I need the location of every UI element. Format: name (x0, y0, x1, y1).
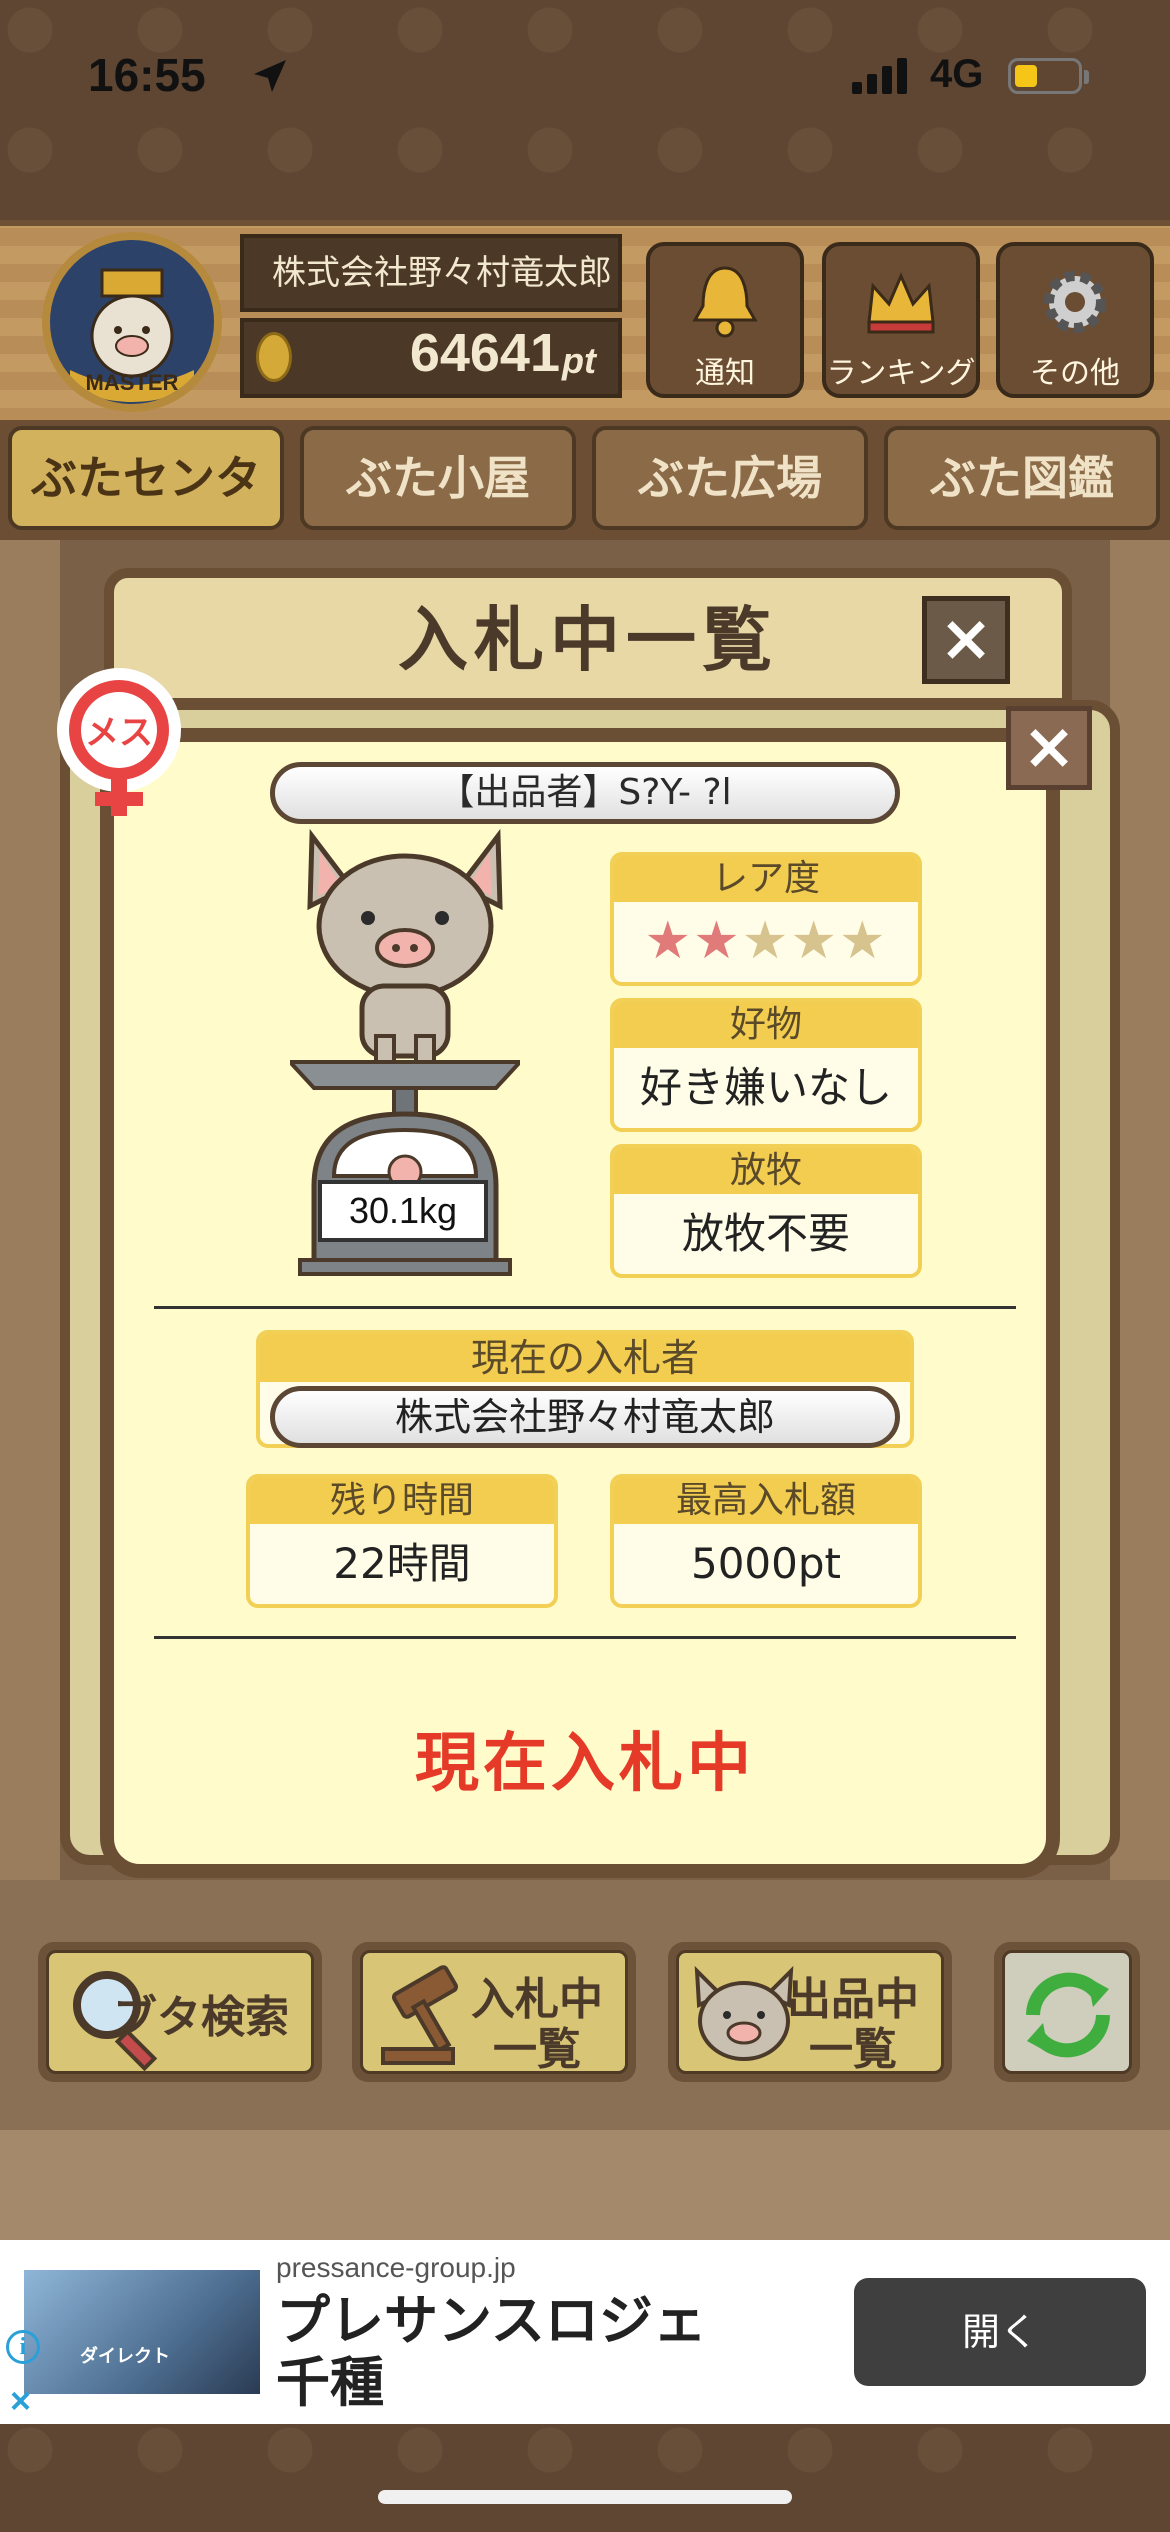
ranking-button[interactable]: ランキング (822, 242, 980, 398)
grazing-value: 放牧不要 (681, 1209, 850, 1258)
refresh-icon (1026, 1972, 1110, 2058)
bell-icon (692, 266, 758, 338)
background-pattern-bottom (0, 2420, 1170, 2532)
favorite-food-card: 好物 好き嫌いなし (610, 998, 922, 1132)
listing-list-label-line2: 一覧 (809, 2024, 897, 2075)
status-bar: 16:55 4G (0, 0, 1170, 150)
rarity-card: レア度 ★★★★★ (610, 852, 922, 986)
bidding-list-button[interactable]: 入札中 一覧 (352, 1942, 636, 2082)
notification-button[interactable]: 通知 (646, 242, 804, 398)
pig-weight: 30.1kg (318, 1180, 488, 1242)
coin-icon (256, 332, 292, 382)
favorite-food-value: 好き嫌いなし (639, 1063, 892, 1112)
location-arrow-icon (254, 60, 286, 92)
battery-icon (1008, 58, 1082, 94)
ad-close-icon[interactable]: × (10, 2380, 31, 2422)
female-badge-icon: メス (57, 668, 181, 816)
grazing-card: 放牧 放牧不要 (610, 1144, 922, 1278)
favorite-food-label: 好物 (614, 1002, 918, 1048)
ad-domain: pressance-group.jp (276, 2252, 516, 2283)
other-button-label: その他 (1030, 356, 1120, 391)
crown-icon (867, 272, 935, 334)
ad-image-caption: ダイレクト (80, 2346, 170, 2366)
tab-buta-koya[interactable]: ぶた小屋 (300, 426, 576, 530)
pig-face-icon (694, 1965, 794, 2061)
avatar-rank-label: MASTER (85, 370, 179, 395)
notification-button-label: 通知 (695, 356, 755, 391)
pig-search-label: ブタ検索 (113, 1992, 289, 2043)
signal-icon (852, 58, 912, 94)
tab-buta-center[interactable]: ぶたセンター (8, 426, 284, 601)
remaining-time-card: 残り時間 22時間 (246, 1474, 558, 1608)
star-empty-icon: ★ (838, 911, 888, 971)
listing-list-button[interactable]: 出品中 一覧 (668, 1942, 952, 2082)
gear-icon (1044, 271, 1106, 333)
seller-name: 【出品者】S?Y- ?l (270, 762, 900, 824)
star-empty-icon: ★ (741, 911, 791, 971)
status-time: 16:55 (88, 49, 206, 101)
ranking-button-label: ランキング (826, 356, 976, 391)
ad-image[interactable] (24, 2270, 260, 2394)
max-bid-label: 最高入札額 (614, 1478, 918, 1524)
home-indicator[interactable] (378, 2490, 792, 2504)
max-bid-card: 最高入札額 5000pt (610, 1474, 922, 1608)
max-bid-value: 5000pt (690, 1539, 841, 1588)
rarity-stars: ★★★★★ (614, 902, 918, 980)
remaining-time-label: 残り時間 (250, 1478, 554, 1524)
detail-close-button[interactable]: × (1006, 706, 1092, 790)
network-type: 4G (930, 52, 984, 96)
gavel-icon (381, 1965, 459, 2065)
current-bidder-name: 株式会社野々村竜太郎 (270, 1386, 900, 1448)
star-empty-icon: ★ (790, 911, 839, 971)
tab-buta-zukan[interactable]: ぶた図鑑 (884, 426, 1160, 530)
current-bidder-label: 現在の入札者 (260, 1334, 910, 1382)
divider (154, 1306, 1016, 1309)
bid-list-close-button[interactable]: × (922, 596, 1010, 684)
remaining-time-value: 22時間 (333, 1539, 471, 1588)
bidding-list-label-line1: 入札中 (471, 1974, 603, 2025)
points-value: 64641 (409, 323, 560, 383)
star-filled-icon: ★ (644, 911, 694, 971)
user-name: 株式会社野々村竜太郎 (240, 234, 622, 312)
points-unit: pt (562, 340, 596, 381)
female-badge-label: メス (85, 713, 153, 753)
reload-button[interactable] (994, 1942, 1140, 2082)
grazing-label: 放牧 (614, 1148, 918, 1194)
ad-open-button[interactable]: 開く (854, 2278, 1146, 2386)
ad-info-icon[interactable]: i (6, 2330, 40, 2364)
star-filled-icon: ★ (693, 911, 742, 971)
bidding-list-label-line2: 一覧 (493, 2024, 581, 2075)
tab-buta-hiroba[interactable]: ぶた広場 (592, 426, 868, 530)
avatar[interactable]: MASTER (42, 232, 222, 412)
bid-status: 現在入札中 (415, 1727, 755, 1801)
pig-search-button[interactable]: ブタ検索 (38, 1942, 322, 2082)
rarity-label: レア度 (614, 856, 918, 902)
ad-title[interactable]: プレサンスロジェ千種 (276, 2290, 736, 2414)
divider (154, 1636, 1016, 1639)
other-button[interactable]: その他 (996, 242, 1154, 398)
listing-list-label-line1: 出品中 (787, 1974, 919, 2025)
